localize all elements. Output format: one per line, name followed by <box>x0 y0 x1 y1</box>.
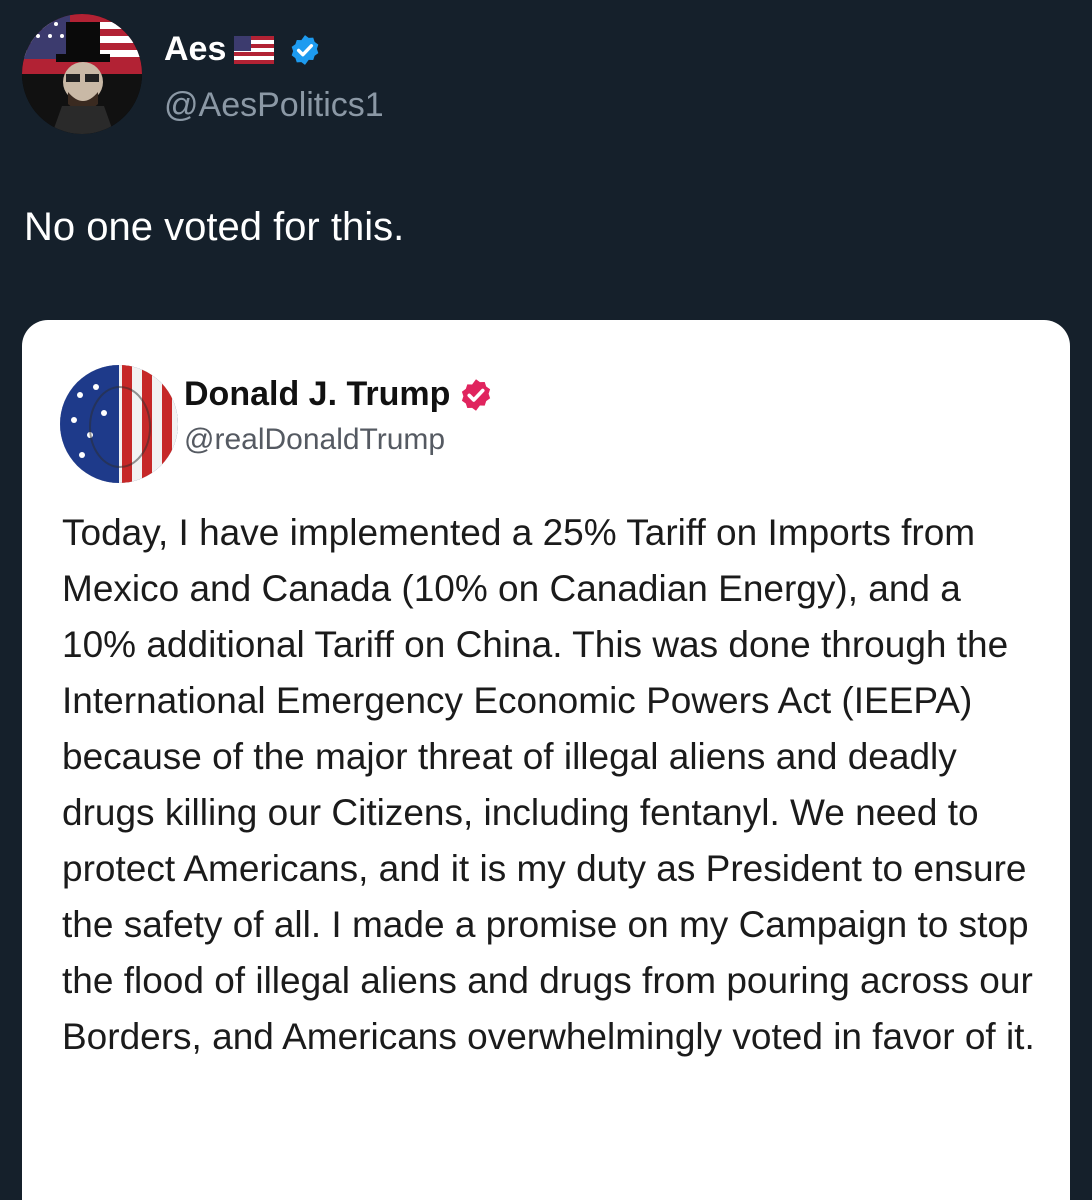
author-name[interactable]: Aes <box>164 30 226 69</box>
author-handle[interactable]: @AesPolitics1 <box>164 86 384 125</box>
avatar-image <box>22 14 142 134</box>
quoted-author-avatar[interactable] <box>60 365 178 483</box>
verified-badge-icon <box>462 378 491 411</box>
quoted-author-name-row: Donald J. Trump <box>184 375 494 414</box>
us-flag-icon <box>234 35 275 64</box>
avatar-image <box>60 365 178 483</box>
verified-badge-icon <box>292 34 319 65</box>
quoted-post-body: Today, I have implemented a 25% Tariff o… <box>62 512 1035 1057</box>
author-name-row: Aes <box>164 30 322 69</box>
post-header: Aes @AesPolitics1 <box>22 14 722 134</box>
quoted-author-handle[interactable]: @realDonaldTrump <box>184 423 445 457</box>
author-avatar[interactable] <box>22 14 142 134</box>
quoted-author-name[interactable]: Donald J. Trump <box>184 375 450 414</box>
post-text: No one voted for this. <box>24 205 405 249</box>
quoted-post-card[interactable]: Donald J. Trump @realDonaldTrump Today, … <box>22 320 1070 1200</box>
